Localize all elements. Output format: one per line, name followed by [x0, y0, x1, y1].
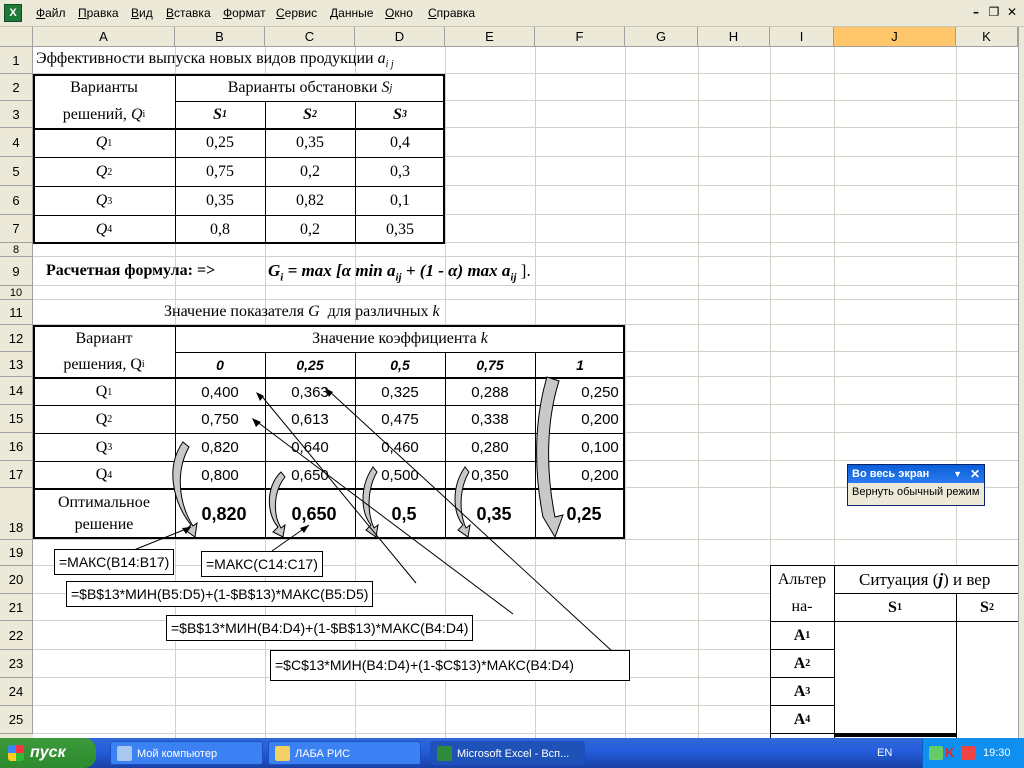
row-header[interactable]: 23 [0, 650, 33, 678]
menu-insert[interactable]: Вставка [166, 6, 211, 20]
row-header[interactable]: 1 [0, 47, 33, 74]
t3-col-s2: S2 [980, 598, 994, 616]
menu-window[interactable]: Окно [385, 6, 413, 20]
menu-data[interactable]: Данные [330, 6, 373, 20]
vertical-scrollbar[interactable] [1018, 27, 1024, 738]
curved-arrow-c [268, 471, 286, 538]
arrowhead [300, 525, 309, 533]
row-header[interactable]: 7 [0, 215, 33, 243]
row-header[interactable]: 2 [0, 74, 33, 101]
menu-format[interactable]: Формат [223, 6, 266, 20]
task-laba-ris[interactable]: ЛАБА РИС [268, 741, 421, 765]
row-header[interactable]: 21 [0, 594, 33, 621]
t3-situation-header: Ситуация (j) и вер [859, 570, 991, 589]
t3-row-label: A4 [793, 710, 811, 728]
row-header[interactable]: 17 [0, 461, 33, 488]
row-header[interactable]: 13 [0, 352, 33, 377]
col-header-k[interactable]: K [956, 27, 1018, 47]
curved-arrow-d [362, 466, 379, 538]
close-icon[interactable]: ✕ [1004, 5, 1020, 19]
start-button[interactable]: пуск [0, 738, 96, 768]
row-header[interactable]: 24 [0, 678, 33, 706]
row-header[interactable]: 5 [0, 157, 33, 186]
row-header[interactable]: 10 [0, 286, 33, 300]
worksheet-grid[interactable]: Эффективности выпуска новых видов продук… [33, 47, 1018, 738]
col-header-c[interactable]: C [265, 27, 355, 47]
col-header-i[interactable]: I [770, 27, 834, 47]
row-header[interactable]: 25 [0, 706, 33, 734]
task-my-computer[interactable]: Мой компьютер [110, 741, 263, 765]
col-header-f[interactable]: F [535, 27, 625, 47]
col-header-e[interactable]: E [445, 27, 535, 47]
menu-tools[interactable]: Сервис [276, 6, 317, 20]
network-icon[interactable] [929, 746, 943, 760]
fullscreen-toolbar: Во весь экран ▼ ✕ Вернуть обычный режим [847, 464, 985, 506]
col-header-h[interactable]: H [698, 27, 770, 47]
row-header-bar: 1 2 3 4 5 6 7 8 9 10 11 12 13 14 15 16 1… [0, 47, 33, 738]
t3-alt-header: Альтер [777, 570, 827, 588]
row-header[interactable]: 11 [0, 300, 33, 325]
taskbar: пуск Мой компьютер ЛАБА РИС Microsoft Ex… [0, 738, 1024, 768]
restore-normal-view-button[interactable]: Вернуть обычный режим [848, 483, 984, 501]
t3-row-label: A2 [793, 654, 811, 672]
t3-row-label: A3 [793, 682, 811, 700]
row-header[interactable]: 12 [0, 325, 33, 352]
col-header-d[interactable]: D [355, 27, 445, 47]
restore-icon[interactable]: ❐ [986, 5, 1002, 19]
select-all-corner[interactable] [0, 27, 33, 47]
minimize-icon[interactable]: – [968, 5, 984, 19]
menu-file[interactable]: Файл [36, 6, 66, 20]
menu-bar: X Файл Правка Вид Вставка Формат Сервис … [0, 0, 1024, 27]
formula-note: =МАКС(C14:C17) [201, 551, 323, 577]
close-icon[interactable]: ✕ [970, 465, 980, 483]
row-header[interactable]: 6 [0, 186, 33, 215]
folder-icon [275, 746, 290, 761]
row-header[interactable]: 19 [0, 540, 33, 566]
menu-help[interactable]: Справка [428, 6, 475, 20]
computer-icon [117, 746, 132, 761]
col-header-j[interactable]: J [834, 27, 956, 47]
arrowhead [256, 392, 264, 401]
excel-icon [437, 746, 452, 761]
row-header[interactable]: 3 [0, 101, 33, 128]
menu-view[interactable]: Вид [131, 6, 153, 20]
arrowhead [252, 418, 261, 427]
row-header[interactable]: 15 [0, 405, 33, 433]
formula-note: =$C$13*МИН(B4:D4)+(1-$C$13)*МАКС(B4:D4) [270, 650, 630, 681]
t3-col-s1: S1 [888, 598, 902, 616]
formula-note: =$B$13*МИН(B4:D4)+(1-$B$13)*МАКС(B4:D4) [166, 615, 474, 641]
row-header[interactable]: 20 [0, 566, 33, 594]
antivirus-icon[interactable]: K [945, 746, 959, 760]
row-header[interactable]: 8 [0, 243, 33, 257]
row-header[interactable]: 14 [0, 377, 33, 405]
row-header[interactable]: 18 [0, 488, 33, 540]
col-header-a[interactable]: A [33, 27, 175, 47]
clock: 19:30 [983, 747, 1011, 759]
excel-app-icon[interactable]: X [4, 4, 22, 22]
curved-arrow-f [536, 376, 564, 539]
col-header-b[interactable]: B [175, 27, 265, 47]
language-indicator[interactable]: EN [877, 738, 892, 768]
row-header[interactable]: 22 [0, 621, 33, 650]
security-icon[interactable] [961, 746, 975, 760]
row-header[interactable]: 4 [0, 128, 33, 157]
curved-arrow-e [454, 466, 471, 538]
column-header-bar: A B C D E F G H I J K [0, 27, 1024, 47]
curved-arrow-b [172, 441, 198, 538]
fullscreen-toolbar-title[interactable]: Во весь экран ▼ ✕ [848, 465, 984, 483]
formula-note: =МАКС(B14:B17) [54, 549, 175, 575]
t3-row-label: A1 [793, 626, 811, 644]
task-excel[interactable]: Microsoft Excel - Всп... [430, 741, 585, 765]
row-header[interactable]: 16 [0, 433, 33, 461]
menu-edit[interactable]: Правка [78, 6, 119, 20]
col-header-g[interactable]: G [625, 27, 698, 47]
row-header[interactable]: 9 [0, 257, 33, 286]
formula-note: =$B$13*МИН(B5:D5)+(1-$B$13)*МАКС(B5:D5) [66, 581, 374, 607]
windows-flag-icon [8, 745, 24, 761]
dropdown-arrow-icon[interactable]: ▼ [953, 465, 962, 483]
arrowhead [325, 388, 333, 397]
t3-alt-header-2: на- [791, 597, 813, 615]
